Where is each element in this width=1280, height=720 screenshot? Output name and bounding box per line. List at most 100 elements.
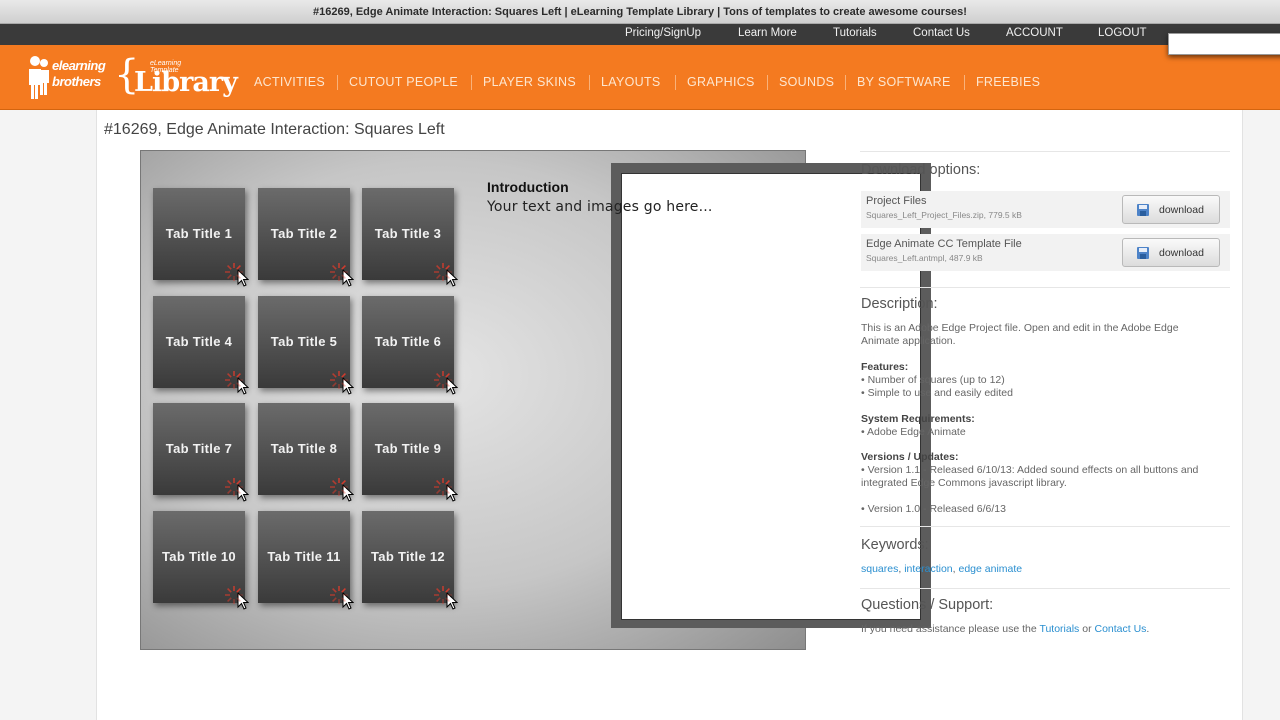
tab-title: Tab Title 2	[270, 226, 338, 241]
download-heading: Download options:	[861, 162, 981, 178]
account-link[interactable]: ACCOUNT	[1006, 27, 1063, 39]
logo-text-library: Library	[134, 67, 238, 98]
system-requirements-label: System Requirements:	[861, 413, 975, 425]
window-title: #16269, Edge Animate Interaction: Square…	[313, 6, 967, 18]
description-text: This is an Adobe Edge Project file. Open…	[861, 322, 1179, 334]
loading-spinner-icon	[330, 263, 348, 281]
tutorials-link[interactable]: Tutorials	[833, 27, 877, 39]
download-row-project-files: Project Files Squares_Left_Project_Files…	[861, 191, 1230, 228]
search-input[interactable]	[1168, 33, 1280, 55]
keyword-link[interactable]: edge animate	[959, 563, 1023, 575]
nav-graphics[interactable]: GRAPHICS	[687, 75, 755, 89]
loading-spinner-icon	[434, 263, 452, 281]
tab-tile-1[interactable]: Tab Title 1	[153, 188, 250, 287]
download-button[interactable]: download	[1122, 195, 1220, 224]
nav-separator	[589, 75, 590, 90]
loading-spinner-icon	[434, 586, 452, 604]
tab-tile-3[interactable]: Tab Title 3	[362, 188, 459, 287]
keyword-link[interactable]: interaction	[904, 563, 952, 575]
site-logo[interactable]: elearning brothers { eLearning Template …	[26, 53, 238, 103]
support-text: If you need assistance please use the Tu…	[861, 623, 1149, 636]
system-requirement-item: • Adobe Edge Animate	[861, 426, 966, 438]
contact-us-link[interactable]: Contact Us	[913, 27, 970, 39]
version-item: • Version 1.1 - Released 6/10/13: Added …	[861, 464, 1199, 476]
download-file: Squares_Left_Project_Files.zip, 779.5 kB	[866, 210, 1022, 220]
nav-player-skins[interactable]: PLAYER SKINS	[483, 75, 576, 89]
support-contact-link[interactable]: Contact Us	[1094, 623, 1146, 635]
keyword-link[interactable]: squares	[861, 563, 898, 575]
divider	[860, 588, 1230, 589]
tab-title: Tab Title 9	[374, 441, 442, 456]
support-prefix: If you need assistance please use the	[861, 623, 1040, 635]
nav-separator	[845, 75, 846, 90]
description-text: Animate application.	[861, 335, 956, 347]
tab-tile-6[interactable]: Tab Title 6	[362, 296, 459, 395]
tab-title: Tab Title 8	[270, 441, 338, 456]
support-tutorials-link[interactable]: Tutorials	[1039, 623, 1079, 635]
versions-label: Versions / Updates:	[861, 451, 959, 463]
download-name: Edge Animate CC Template File	[866, 238, 1022, 250]
download-button[interactable]: download	[1122, 238, 1220, 267]
download-button-label: download	[1159, 204, 1204, 216]
nav-separator	[767, 75, 768, 90]
divider	[860, 287, 1230, 288]
loading-spinner-icon	[330, 478, 348, 496]
download-file: Squares_Left.antmpl, 487.9 kB	[866, 253, 983, 263]
learn-more-link[interactable]: Learn More	[738, 27, 797, 39]
loading-spinner-icon	[225, 478, 243, 496]
divider	[860, 526, 1230, 527]
floppy-disk-icon	[1137, 247, 1149, 259]
version-item: • Version 1.0 - Released 6/6/13	[861, 503, 1006, 515]
tab-title: Tab Title 6	[374, 334, 442, 349]
tab-tile-4[interactable]: Tab Title 4	[153, 296, 250, 395]
tab-tile-9[interactable]: Tab Title 9	[362, 403, 459, 502]
description-heading: Description:	[861, 296, 938, 312]
template-preview: Tab Title 1 Tab Title 2 Tab Title 3 Tab …	[140, 150, 931, 650]
logo-text-brothers: brothers	[52, 74, 101, 89]
tab-title: Tab Title 12	[371, 549, 445, 564]
loading-spinner-icon	[330, 371, 348, 389]
nav-freebies[interactable]: FREEBIES	[976, 75, 1040, 89]
nav-cutout-people[interactable]: CUTOUT PEOPLE	[349, 75, 458, 89]
features-label: Features:	[861, 361, 909, 373]
support-heading: Questions / Support:	[861, 597, 994, 613]
nav-by-software[interactable]: BY SOFTWARE	[857, 75, 951, 89]
loading-spinner-icon	[225, 371, 243, 389]
tab-title: Tab Title 5	[270, 334, 338, 349]
nav-separator	[337, 75, 338, 90]
window-title-bar: #16269, Edge Animate Interaction: Square…	[0, 0, 1280, 24]
tab-tile-5[interactable]: Tab Title 5	[258, 296, 355, 395]
logout-link[interactable]: LOGOUT	[1098, 27, 1147, 39]
loading-spinner-icon	[225, 263, 243, 281]
nav-separator	[964, 75, 965, 90]
tab-tile-11[interactable]: Tab Title 11	[258, 511, 355, 610]
nav-layouts[interactable]: LAYOUTS	[601, 75, 661, 89]
download-button-label: download	[1159, 247, 1204, 259]
tab-title: Tab Title 7	[165, 441, 233, 456]
version-item: integrated Edge Commons javascript libra…	[861, 477, 1067, 489]
nav-activities[interactable]: ACTIVITIES	[254, 75, 325, 89]
page-title: #16269, Edge Animate Interaction: Square…	[104, 121, 445, 138]
tab-tile-8[interactable]: Tab Title 8	[258, 403, 355, 502]
nav-sounds[interactable]: SOUNDS	[779, 75, 834, 89]
support-suffix: .	[1146, 623, 1150, 635]
tab-tile-10[interactable]: Tab Title 10	[153, 511, 250, 610]
loading-spinner-icon	[434, 371, 452, 389]
tab-tile-7[interactable]: Tab Title 7	[153, 403, 250, 502]
divider	[860, 151, 1230, 152]
nav-separator	[675, 75, 676, 90]
logo-text-elearning: elearning	[52, 58, 106, 73]
tab-tile-12[interactable]: Tab Title 12	[362, 511, 459, 610]
content-body: Your text and images go here...	[487, 199, 713, 215]
feature-item: • Number of squares (up to 12)	[861, 374, 1005, 386]
tab-title: Tab Title 4	[165, 334, 233, 349]
download-row-template-file: Edge Animate CC Template File Squares_Le…	[861, 234, 1230, 271]
loading-spinner-icon	[330, 586, 348, 604]
tab-tile-2[interactable]: Tab Title 2	[258, 188, 355, 287]
tab-title: Tab Title 10	[162, 549, 236, 564]
pricing-signup-link[interactable]: Pricing/SignUp	[625, 27, 701, 39]
loading-spinner-icon	[434, 478, 452, 496]
keywords-heading: Keywords:	[861, 537, 929, 553]
content-title: Introduction	[487, 179, 569, 195]
brothers-figure-icon	[29, 56, 49, 99]
